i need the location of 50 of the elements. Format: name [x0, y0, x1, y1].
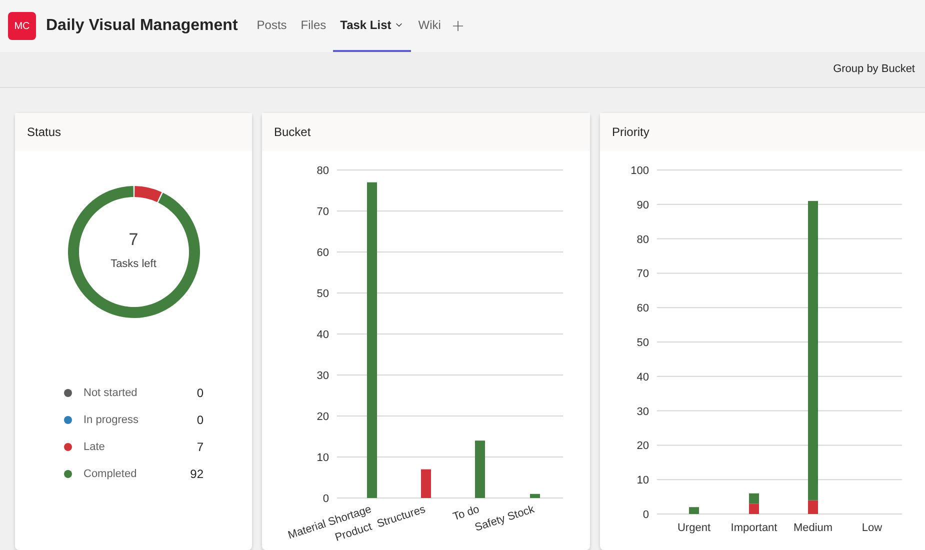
legend-count: 92 [190, 466, 204, 483]
axis-tick-label: 50 [316, 288, 329, 300]
group-by-button[interactable]: Group by Bucket [833, 61, 915, 78]
axis-tick-label: 20 [636, 440, 649, 452]
tasks-left-label: Tasks left [110, 257, 156, 272]
bar [421, 469, 431, 498]
category-label: Urgent [677, 522, 711, 534]
axis-tick-label: 90 [636, 199, 649, 212]
axis-tick-label: 70 [316, 206, 329, 218]
axis-tick-label: 50 [636, 337, 649, 349]
legend-label: Completed [84, 466, 138, 482]
card-title: Status [27, 124, 62, 141]
axis-tick-label: 80 [636, 234, 649, 246]
bar [689, 507, 699, 514]
team-avatar: MC [8, 12, 36, 40]
axis-tick-label: 60 [636, 302, 649, 315]
category-label: To do [452, 503, 481, 524]
tab[interactable]: Wiki [411, 0, 448, 52]
category-label: Important [730, 522, 778, 534]
tab[interactable]: Files [294, 0, 334, 52]
category-label: Low [862, 522, 882, 534]
axis-tick-label: 30 [636, 406, 649, 418]
legend-count: 0 [196, 385, 204, 402]
axis-tick-label: 40 [636, 371, 649, 384]
axis-tick-label: 30 [316, 370, 329, 382]
team-title: Daily Visual Management [46, 16, 238, 36]
axis-tick-label: 40 [316, 329, 329, 341]
axis-tick-label: 10 [636, 474, 649, 487]
axis-tick-label: 0 [642, 509, 649, 521]
axis-tick-label: 0 [322, 493, 329, 505]
card-title: Bucket [274, 124, 311, 141]
bar [749, 504, 759, 514]
card-title: Priority [612, 124, 650, 141]
axis-tick-label: 10 [316, 452, 329, 464]
legend-label: Late [84, 440, 106, 455]
bar [749, 493, 759, 504]
legend-label: In progress [84, 412, 140, 428]
bar [475, 440, 485, 498]
axis-tick-label: 80 [316, 165, 329, 177]
legend-count: 7 [196, 439, 204, 456]
legend-count: 0 [196, 412, 204, 429]
axis-tick-label: 20 [316, 411, 329, 423]
axis-tick-label: 60 [316, 247, 329, 259]
tasks-left-count: 7 [128, 231, 138, 248]
legend-label: Not started [84, 386, 138, 401]
category-label: Medium [793, 522, 833, 534]
tab[interactable]: Posts [250, 0, 294, 52]
axis-tick-label: 70 [636, 268, 649, 280]
bar [530, 494, 540, 498]
axis-tick-label: 100 [630, 165, 649, 177]
